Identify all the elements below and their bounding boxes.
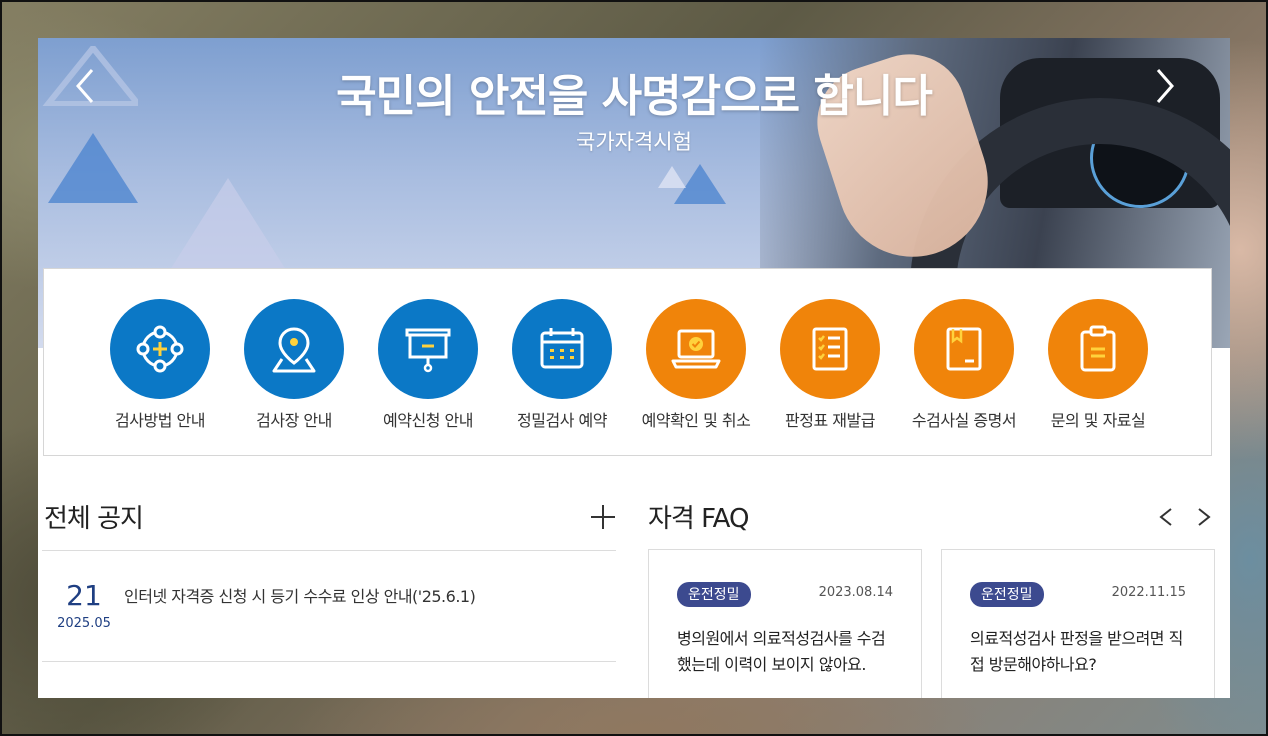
notice-title[interactable]: 인터넷 자격증 신청 시 등기 수수료 인상 안내('25.6.1) — [124, 583, 476, 607]
faq-question: 의료적성검사 판정을 받으려면 직접 방문해야하나요? — [970, 629, 1183, 674]
chevron-right-icon[interactable] — [1146, 66, 1186, 106]
crosshair-icon — [110, 299, 210, 399]
category-badge: 운전정밀 — [677, 582, 751, 607]
category-badge: 운전정밀 — [970, 582, 1044, 607]
chevron-left-icon[interactable] — [1156, 506, 1176, 528]
quick-menu-item-reservation-guide[interactable]: 예약신청 안내 — [361, 299, 495, 431]
quick-menu-item-test-site[interactable]: 검사장 안내 — [227, 299, 361, 431]
quick-menu-item-reservation-check-cancel[interactable]: 예약확인 및 취소 — [629, 299, 763, 431]
quick-menu-label: 검사장 안내 — [256, 411, 332, 430]
notice-heading: 전체 공지 — [44, 504, 144, 534]
quick-menu-item-inquiry-archive[interactable]: 문의 및 자료실 — [1031, 299, 1165, 431]
quick-menu-item-test-room-certificate[interactable]: 수검사실 증명서 — [897, 299, 1031, 431]
quick-menu-label: 판정표 재발급 — [785, 411, 875, 430]
quick-menu-label: 검사방법 안내 — [115, 411, 205, 430]
triangle-decor — [168, 178, 288, 273]
quick-menu-label: 문의 및 자료실 — [1050, 411, 1146, 430]
checklist-icon — [780, 299, 880, 399]
quick-menu: 검사방법 안내 검사장 안내 예약신청 안내 정밀검사 예약 예약확인 및 취소… — [43, 268, 1212, 456]
map-pin-icon — [244, 299, 344, 399]
banner-title: 국민의 안전을 사명감으로 합니다 — [336, 71, 933, 122]
banner-subtitle: 국가자격시험 — [576, 130, 692, 154]
faq-card[interactable]: 운전정밀 2022.11.15 의료적성검사 판정을 받으려면 직접 방문해야하… — [941, 549, 1215, 698]
quick-menu-label: 예약신청 안내 — [383, 411, 473, 430]
notice-year-month: 2025.05 — [57, 616, 111, 631]
triangle-decor — [658, 166, 686, 188]
faq-card[interactable]: 운전정밀 2023.08.14 병의원에서 의료적성검사를 수검했는데 이력이 … — [648, 549, 922, 698]
presentation-board-icon — [378, 299, 478, 399]
laptop-check-icon — [646, 299, 746, 399]
quick-menu-label: 예약확인 및 취소 — [641, 411, 751, 430]
faq-date: 2022.11.15 — [1111, 585, 1186, 600]
clipboard-icon — [1048, 299, 1148, 399]
faq-heading: 자격 FAQ — [648, 504, 749, 534]
quick-menu-label: 수검사실 증명서 — [911, 411, 1017, 430]
chevron-right-icon[interactable] — [1194, 506, 1214, 528]
certificate-book-icon — [914, 299, 1014, 399]
divider — [42, 550, 616, 551]
quick-menu-item-result-reissue[interactable]: 판정표 재발급 — [763, 299, 897, 431]
plus-icon[interactable] — [590, 504, 616, 530]
faq-question: 병의원에서 의료적성검사를 수검했는데 이력이 보이지 않아요. — [677, 629, 886, 674]
quick-menu-label: 정밀검사 예약 — [517, 411, 607, 430]
notice-day: 21 — [66, 579, 102, 612]
main-page: 국민의 안전을 사명감으로 합니다 국가자격시험 검사방법 안내 검사장 안내 … — [38, 38, 1230, 698]
quick-menu-item-detailed-test-reservation[interactable]: 정밀검사 예약 — [495, 299, 629, 431]
chevron-left-icon[interactable] — [66, 66, 106, 106]
divider — [42, 661, 616, 662]
faq-date: 2023.08.14 — [818, 585, 893, 600]
quick-menu-item-test-method[interactable]: 검사방법 안내 — [93, 299, 227, 431]
calendar-icon — [512, 299, 612, 399]
